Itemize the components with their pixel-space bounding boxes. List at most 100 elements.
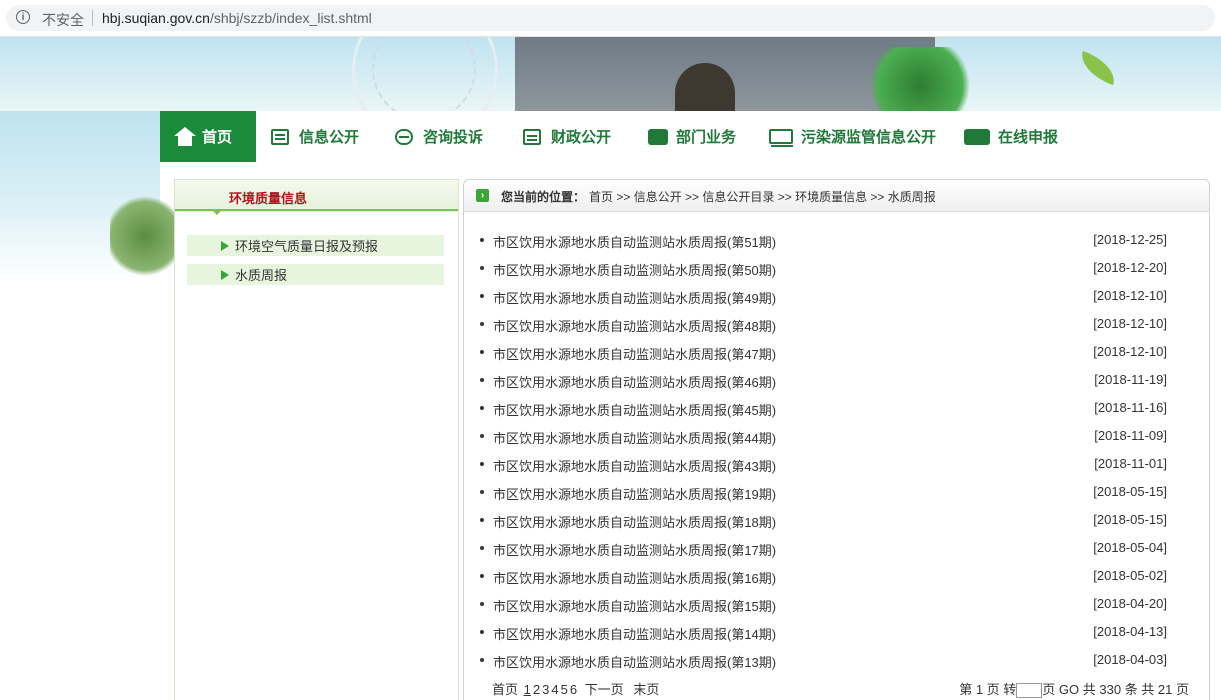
bullet-icon (480, 574, 484, 578)
breadcrumb-prefix: 您当前的位置： (501, 190, 586, 204)
bullet-icon (480, 434, 484, 438)
sidebar-item-label: 环境空气质量日报及预报 (235, 239, 379, 254)
pagination-links: 首页 123456 下一页 末页 (492, 679, 661, 698)
nav-item-home[interactable]: 首页 (160, 111, 256, 162)
list-item: 市区饮用水源地水质自动监测站水质周报(第43期) [2018-11-01] (464, 452, 1209, 480)
trees-graphic (860, 47, 980, 111)
nav-item-finance[interactable]: 财政公开 (523, 111, 611, 162)
article-link[interactable]: 市区饮用水源地水质自动监测站水质周报(第50期) (493, 260, 776, 279)
triangle-right-icon (221, 269, 229, 280)
bullet-icon (480, 518, 484, 522)
go-button[interactable]: GO (1059, 682, 1079, 697)
article-link[interactable]: 市区饮用水源地水质自动监测站水质周报(第44期) (493, 428, 776, 447)
list-item: 市区饮用水源地水质自动监测站水质周报(第48期) [2018-12-10] (464, 312, 1209, 340)
list-item: 市区饮用水源地水质自动监测站水质周报(第44期) [2018-11-09] (464, 424, 1209, 452)
computer-icon (964, 127, 992, 147)
page-number-link[interactable]: 5 (561, 682, 568, 697)
article-link[interactable]: 市区饮用水源地水质自动监测站水质周报(第46期) (493, 372, 776, 391)
nav-item-label: 污染源监管信息公开 (801, 129, 937, 146)
content-panel: › 您当前的位置： 首页 >> 信息公开 >> 信息公开目录 >> 环境质量信息 … (463, 179, 1210, 700)
info-icon[interactable]: i (16, 10, 30, 24)
list-item: 市区饮用水源地水质自动监测站水质周报(第15期) [2018-04-20] (464, 592, 1209, 620)
article-date: [2018-12-20] (1093, 260, 1167, 275)
article-link[interactable]: 市区饮用水源地水质自动监测站水质周报(第16期) (493, 568, 776, 587)
article-date: [2018-05-04] (1093, 540, 1167, 555)
article-link[interactable]: 市区饮用水源地水质自动监测站水质周报(第14期) (493, 624, 776, 643)
nav-item-department[interactable]: 部门业务 (648, 111, 736, 162)
list-item: 市区饮用水源地水质自动监测站水质周报(第45期) [2018-11-16] (464, 396, 1209, 424)
nav-item-info-disclosure[interactable]: 信息公开 (271, 111, 359, 162)
page-info-mid: 页 (1042, 682, 1056, 697)
nav-item-label: 在线申报 (998, 129, 1059, 146)
list-item: 市区饮用水源地水质自动监测站水质周报(第16期) [2018-05-02] (464, 564, 1209, 592)
list-item: 市区饮用水源地水质自动监测站水质周报(第50期) [2018-12-20] (464, 256, 1209, 284)
nav-item-consult-complaint[interactable]: 咨询投诉 (395, 111, 483, 162)
page-number-link[interactable]: 4 (551, 682, 558, 697)
bullet-icon (480, 406, 484, 410)
sidebar: 环境质量信息 环境空气质量日报及预报 水质周报 (174, 179, 459, 700)
article-date: [2018-12-10] (1093, 288, 1167, 303)
url-path: /shbj/szzb/index_list.shtml (209, 10, 372, 26)
article-link[interactable]: 市区饮用水源地水质自动监测站水质周报(第18期) (493, 512, 776, 531)
article-link[interactable]: 市区饮用水源地水质自动监测站水质周报(第17期) (493, 540, 776, 559)
article-date: [2018-12-10] (1093, 344, 1167, 359)
article-date: [2018-11-09] (1094, 428, 1167, 443)
article-link[interactable]: 市区饮用水源地水质自动监测站水质周报(第43期) (493, 456, 776, 475)
omnibox[interactable]: i 不安全 hbj.suqian.gov.cn/shbj/szzb/index_… (6, 5, 1215, 31)
leaf-icon (1075, 50, 1121, 86)
article-date: [2018-04-20] (1093, 596, 1167, 611)
article-date: [2018-04-03] (1093, 652, 1167, 667)
page-number-link[interactable]: 3 (542, 682, 549, 697)
article-date: [2018-11-01] (1094, 456, 1167, 471)
notebook-pen-icon (648, 127, 670, 147)
bullet-icon (480, 350, 484, 354)
article-link[interactable]: 市区饮用水源地水质自动监测站水质周报(第15期) (493, 596, 776, 615)
list-item: 市区饮用水源地水质自动监测站水质周报(第19期) [2018-05-15] (464, 480, 1209, 508)
sidebar-item-water-weekly[interactable]: 水质周报 (187, 264, 444, 285)
security-label[interactable]: 不安全 (42, 10, 84, 30)
bullet-icon (480, 238, 484, 242)
sidebar-title: 环境质量信息 (229, 191, 308, 206)
sidebar-item-air-quality[interactable]: 环境空气质量日报及预报 (187, 235, 444, 256)
page-number-link[interactable]: 2 (533, 682, 540, 697)
page-jump-input[interactable] (1016, 683, 1043, 699)
page-number-link[interactable]: 1 (524, 682, 531, 697)
sidebar-item-label: 水质周报 (235, 268, 288, 283)
list-item: 市区饮用水源地水质自动监测站水质周报(第14期) [2018-04-13] (464, 620, 1209, 648)
article-link[interactable]: 市区饮用水源地水质自动监测站水质周报(第45期) (493, 400, 776, 419)
island-graphic (110, 191, 180, 281)
url-host: hbj.suqian.gov.cn (102, 10, 210, 26)
list-item: 市区饮用水源地水质自动监测站水质周报(第17期) [2018-05-04] (464, 536, 1209, 564)
address-divider (92, 10, 93, 26)
article-link[interactable]: 市区饮用水源地水质自动监测站水质周报(第13期) (493, 652, 776, 671)
article-date: [2018-11-16] (1094, 400, 1167, 415)
list-item: 市区饮用水源地水质自动监测站水质周报(第51期) [2018-12-25] (464, 228, 1209, 256)
article-date: [2018-11-19] (1094, 372, 1167, 387)
bullet-icon (480, 266, 484, 270)
bullet-icon (480, 546, 484, 550)
nav-item-label: 咨询投诉 (423, 129, 484, 146)
page-number-link[interactable]: 6 (570, 682, 577, 697)
page-info-prefix: 第 1 页 转 (959, 682, 1017, 697)
list-item: 市区饮用水源地水质自动监测站水质周报(第18期) [2018-05-15] (464, 508, 1209, 536)
article-link[interactable]: 市区饮用水源地水质自动监测站水质周报(第19期) (493, 484, 776, 503)
last-page-link[interactable]: 末页 (633, 682, 659, 697)
bullet-icon (480, 490, 484, 494)
nav-item-online-apply[interactable]: 在线申报 (964, 111, 1058, 162)
nav-item-pollution-monitor[interactable]: 污染源监管信息公开 (769, 111, 936, 162)
bullet-icon (480, 294, 484, 298)
breadcrumb-path[interactable]: 首页 >> 信息公开 >> 信息公开目录 >> 环境质量信息 >> 水质周报 (589, 190, 936, 204)
first-page-link[interactable]: 首页 (492, 682, 518, 697)
list-item: 市区饮用水源地水质自动监测站水质周报(第13期) [2018-04-03] (464, 648, 1209, 676)
url-text[interactable]: hbj.suqian.gov.cn/shbj/szzb/index_list.s… (102, 10, 372, 26)
nav-item-label: 首页 (202, 129, 233, 146)
bullet-icon (480, 602, 484, 606)
sidebar-header: 环境质量信息 (175, 180, 458, 215)
gate-arch-graphic (675, 63, 735, 111)
article-link[interactable]: 市区饮用水源地水质自动监测站水质周报(第51期) (493, 232, 776, 251)
article-link[interactable]: 市区饮用水源地水质自动监测站水质周报(第48期) (493, 316, 776, 335)
article-link[interactable]: 市区饮用水源地水质自动监测站水质周报(第47期) (493, 344, 776, 363)
article-link[interactable]: 市区饮用水源地水质自动监测站水质周报(第49期) (493, 288, 776, 307)
article-date: [2018-05-02] (1093, 568, 1167, 583)
next-page-link[interactable]: 下一页 (585, 682, 624, 697)
